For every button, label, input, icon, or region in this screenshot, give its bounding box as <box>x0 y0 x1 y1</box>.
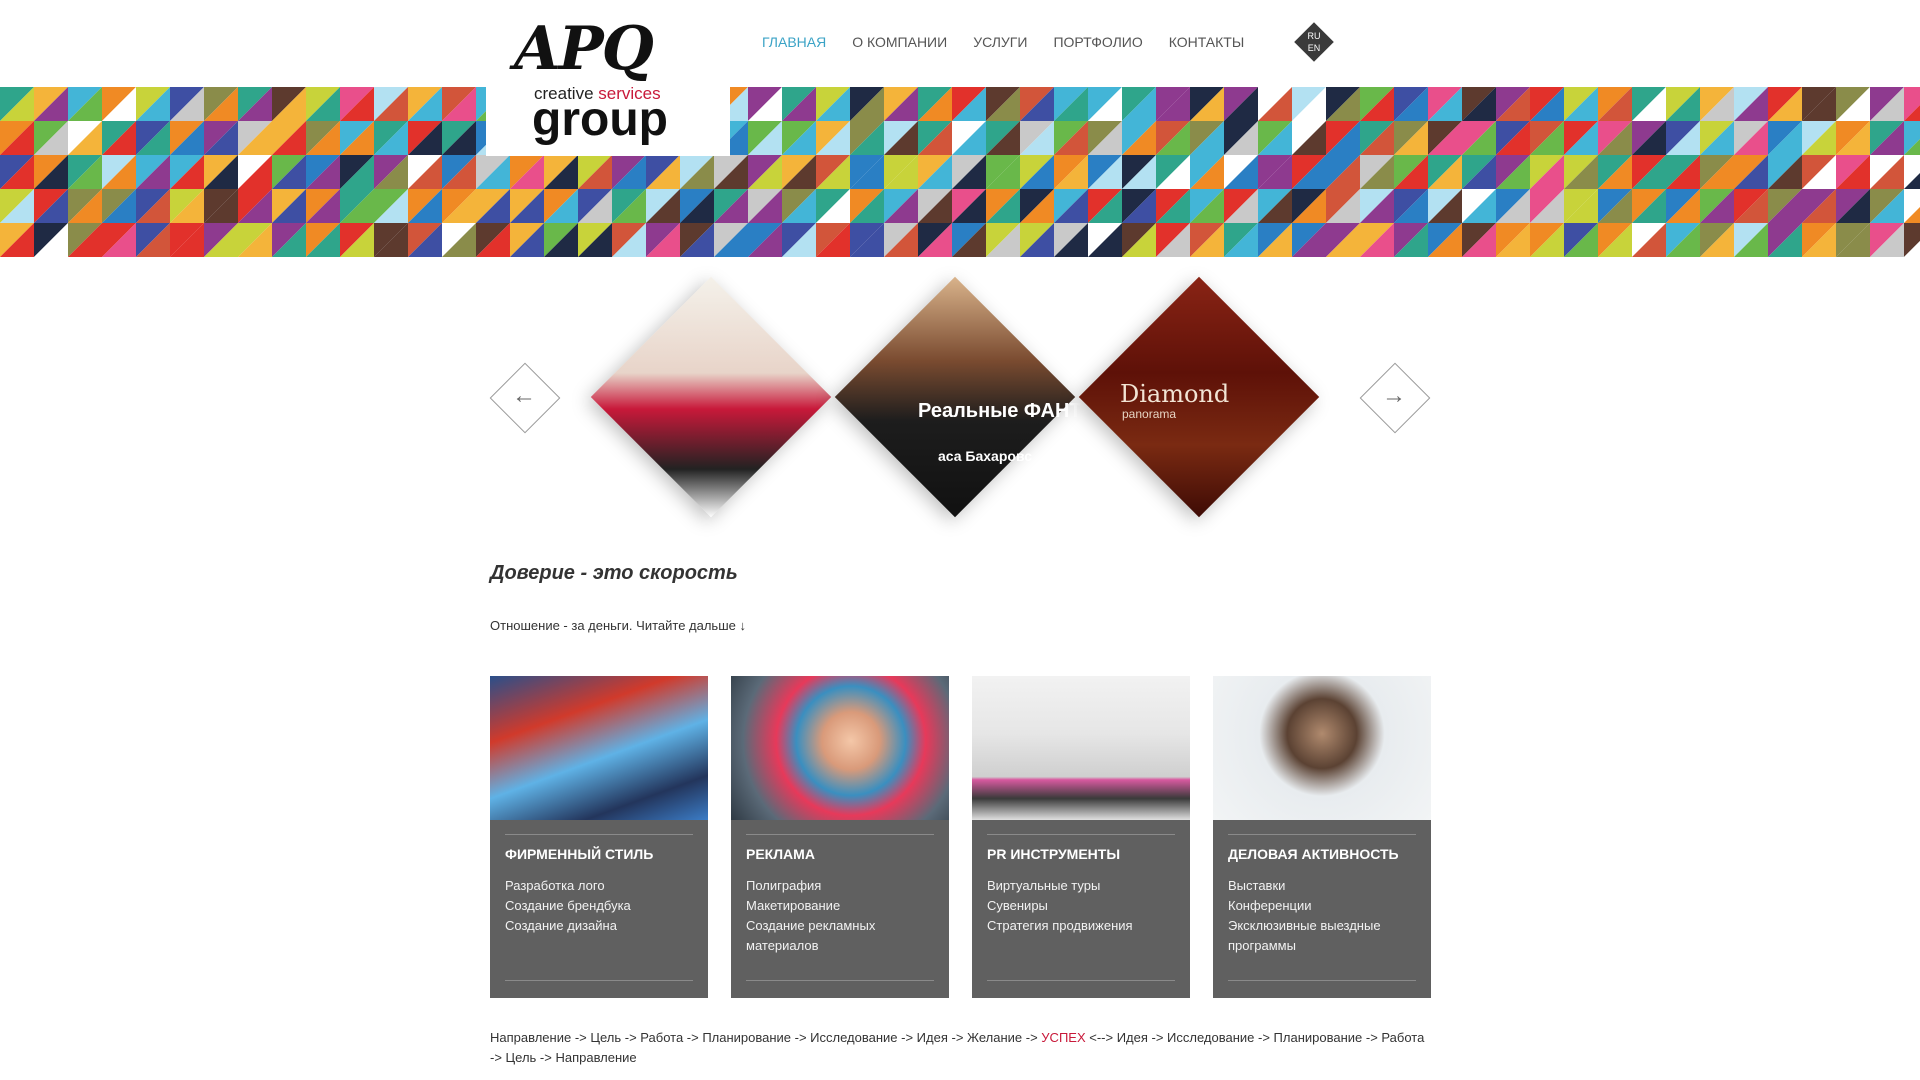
chain-highlight: УСПЕХ <box>1041 1030 1086 1045</box>
card-items: Виртуальные туры Сувениры Стратегия прод… <box>987 876 1177 936</box>
card-item[interactable]: Создание брендбука <box>505 896 695 916</box>
card-image <box>490 676 708 820</box>
card-divider <box>746 980 934 981</box>
card-item[interactable]: Создание дизайна <box>505 916 695 936</box>
header-banner <box>0 87 1920 257</box>
card-items: Разработка лого Создание брендбука Созда… <box>505 876 695 936</box>
card-item[interactable]: программы <box>1228 936 1418 956</box>
lead-text[interactable]: Отношение - за деньги. Читайте дальше ↓ <box>490 618 746 633</box>
card-divider <box>1228 980 1416 981</box>
logo-apq: APQ <box>514 14 654 84</box>
card-item[interactable]: Полиграфия <box>746 876 936 896</box>
arrow-left-icon[interactable]: ← <box>509 382 539 412</box>
card-divider <box>1228 834 1416 835</box>
slide-fantasy[interactable] <box>834 276 1076 518</box>
language-diamond-icon <box>1294 22 1334 62</box>
service-card-advertising[interactable]: РЕКЛАМА Полиграфия Макетирование Создани… <box>731 676 949 998</box>
card-item[interactable]: Макетирование <box>746 896 936 916</box>
process-chain: Направление -> Цель -> Работа -> Планиро… <box>490 1028 1430 1068</box>
card-item[interactable]: Разработка лого <box>505 876 695 896</box>
card-divider <box>505 834 693 835</box>
card-image <box>731 676 949 820</box>
logo[interactable]: APQ creative services group <box>486 0 730 156</box>
nav-item-about[interactable]: О КОМПАНИИ <box>852 34 947 50</box>
card-item[interactable]: Виртуальные туры <box>987 876 1177 896</box>
card-item[interactable]: Выставки <box>1228 876 1418 896</box>
slide-fantasy-sub: аса Бахаровс <box>938 448 1032 464</box>
page-headline: Доверие - это скорость <box>490 562 738 584</box>
card-title: ДЕЛОВАЯ АКТИВНОСТЬ <box>1228 846 1399 862</box>
card-items: Выставки Конференции Эксклюзивные выездн… <box>1228 876 1418 956</box>
nav-item-contacts[interactable]: КОНТАКТЫ <box>1169 34 1245 50</box>
card-divider <box>987 834 1175 835</box>
card-item[interactable]: Стратегия продвижения <box>987 916 1177 936</box>
card-item[interactable]: Создание рекламных <box>746 916 936 936</box>
card-divider <box>505 980 693 981</box>
chain-before: Направление -> Цель -> Работа -> Планиро… <box>490 1030 1042 1045</box>
slide-diamond-sub: panorama <box>1122 407 1177 421</box>
card-item[interactable]: Сувениры <box>987 896 1177 916</box>
service-card-pr[interactable]: PR ИНСТРУМЕНТЫ Виртуальные туры Сувениры… <box>972 676 1190 998</box>
logo-group: group <box>532 93 668 146</box>
card-title: ФИРМЕННЫЙ СТИЛЬ <box>505 846 654 862</box>
card-title: PR ИНСТРУМЕНТЫ <box>987 846 1121 862</box>
nav-item-home[interactable]: ГЛАВНАЯ <box>762 34 826 50</box>
card-image <box>972 676 1190 820</box>
card-items: Полиграфия Макетирование Создание реклам… <box>746 876 936 956</box>
card-divider <box>746 834 934 835</box>
slide-print[interactable] <box>590 276 832 518</box>
card-divider <box>987 980 1175 981</box>
card-item[interactable]: Конференции <box>1228 896 1418 916</box>
lang-en[interactable]: EN <box>1294 43 1334 53</box>
service-card-branding[interactable]: ФИРМЕННЫЙ СТИЛЬ Разработка лого Создание… <box>490 676 708 998</box>
slide-diamond-caption: Diamond <box>1120 380 1230 408</box>
service-card-business[interactable]: ДЕЛОВАЯ АКТИВНОСТЬ Выставки Конференции … <box>1213 676 1431 998</box>
nav-item-services[interactable]: УСЛУГИ <box>973 34 1027 50</box>
lang-ru[interactable]: RU <box>1294 31 1334 41</box>
main-nav: ГЛАВНАЯ О КОМПАНИИ УСЛУГИ ПОРТФОЛИО КОНТ… <box>762 34 1244 50</box>
language-switcher[interactable]: RU EN <box>1294 22 1334 62</box>
card-title: РЕКЛАМА <box>746 846 815 862</box>
arrow-right-icon[interactable]: → <box>1379 382 1409 412</box>
card-item[interactable]: Эксклюзивные выездные <box>1228 916 1418 936</box>
card-image <box>1213 676 1431 820</box>
nav-item-portfolio[interactable]: ПОРТФОЛИО <box>1053 34 1142 50</box>
card-item[interactable]: материалов <box>746 936 936 956</box>
